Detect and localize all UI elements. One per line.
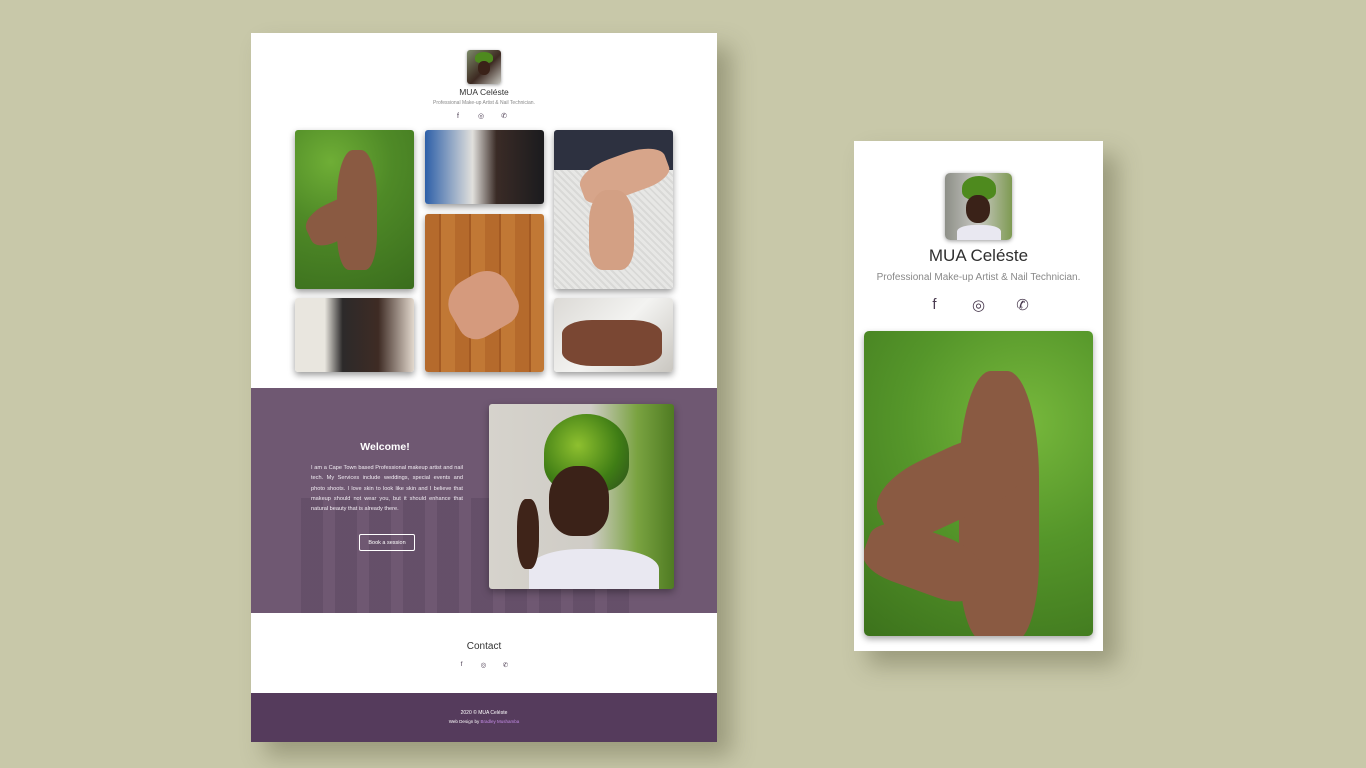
phone-icon[interactable]: ✆ <box>502 661 509 669</box>
profile-avatar <box>467 50 501 84</box>
welcome-text: I am a Cape Town based Professional make… <box>311 465 463 513</box>
social-links: f ◎ ✆ <box>454 112 508 121</box>
gallery-photo-makeup-session[interactable] <box>425 130 544 204</box>
facebook-icon[interactable]: f <box>926 296 943 313</box>
instagram-icon[interactable]: ◎ <box>970 296 987 314</box>
footer-credit: Web Design by Bradley Mushamba <box>251 719 717 724</box>
phone-icon[interactable]: ✆ <box>1014 296 1031 314</box>
gallery-photo-toenails[interactable] <box>554 298 673 372</box>
desktop-mockup: MUA Celéste Professional Make-up Artist … <box>251 33 717 742</box>
book-session-button[interactable]: Book a session <box>359 534 415 551</box>
social-links: f ◎ ✆ <box>926 296 1031 314</box>
brand-tagline: Professional Make-up Artist & Nail Techn… <box>876 272 1081 283</box>
footer-credit-prefix: Web Design by <box>448 719 481 724</box>
footer-copyright: 2020 © MUA Celéste <box>460 710 508 716</box>
instagram-icon[interactable]: ◎ <box>480 661 487 669</box>
gallery-photo-nails-wood[interactable] <box>425 214 544 372</box>
contact-title: Contact <box>466 641 502 652</box>
gallery-photo-nails-grass[interactable] <box>295 130 414 289</box>
brand-tagline: Professional Make-up Artist & Nail Techn… <box>433 100 535 106</box>
portrait-photo <box>489 404 674 589</box>
photo-gallery <box>251 130 717 375</box>
brand-name: MUA Celéste <box>928 246 1029 265</box>
phone-icon[interactable]: ✆ <box>500 112 508 120</box>
designer-link[interactable]: Bradley Mushamba <box>480 719 519 724</box>
gallery-photo-nails-grass[interactable] <box>864 331 1093 636</box>
welcome-section: Welcome! I am a Cape Town based Professi… <box>251 388 717 613</box>
gallery-photo-pink-nails[interactable] <box>554 130 673 289</box>
mobile-mockup: MUA Celéste Professional Make-up Artist … <box>854 141 1103 651</box>
profile-avatar <box>945 173 1012 240</box>
footer: 2020 © MUA Celéste Web Design by Bradley… <box>251 693 717 742</box>
instagram-icon[interactable]: ◎ <box>477 112 485 120</box>
brand-name: MUA Celéste <box>459 87 509 97</box>
gallery-photo-makeup-artist[interactable] <box>295 298 414 372</box>
facebook-icon[interactable]: f <box>458 661 465 668</box>
contact-social-links: f ◎ ✆ <box>458 661 509 669</box>
facebook-icon[interactable]: f <box>454 112 462 120</box>
welcome-title: Welcome! <box>360 441 410 453</box>
